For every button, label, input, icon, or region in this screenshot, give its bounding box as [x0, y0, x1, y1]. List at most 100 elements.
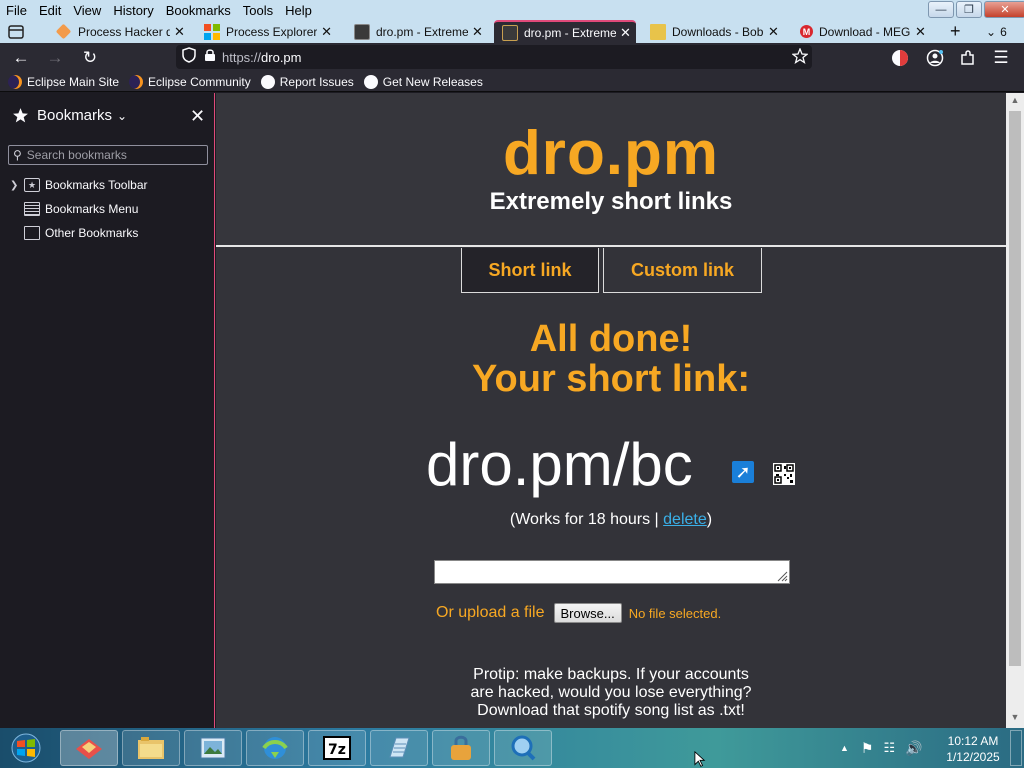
- taskbar-clock[interactable]: 10:12 AM 1/12/2025: [940, 733, 1006, 765]
- tab-overview-button[interactable]: [8, 20, 30, 43]
- url-textarea[interactable]: [434, 560, 790, 584]
- sidebar-switcher[interactable]: Bookmarks ⌄: [12, 107, 127, 124]
- new-tab-button[interactable]: +: [950, 20, 966, 43]
- reload-button[interactable]: ↻: [79, 47, 101, 69]
- taskbar-7zip[interactable]: 7z: [308, 730, 366, 766]
- upload-label: Or upload a file: [436, 604, 545, 621]
- sidebar-item-bookmarks-menu[interactable]: Bookmarks Menu: [10, 202, 138, 216]
- menu-history[interactable]: History: [107, 0, 159, 20]
- address-bar[interactable]: https://dro.pm: [176, 45, 812, 69]
- bookmark-get-new-releases[interactable]: Get New Releases: [363, 74, 483, 89]
- sidebar-item-other-bookmarks[interactable]: Other Bookmarks: [10, 226, 138, 240]
- navigation-bar: ← → ↻ https://dro.pm ☰: [0, 43, 1024, 72]
- search-bookmarks-input[interactable]: ⚲ Search bookmarks: [8, 145, 208, 165]
- action-center-flag-icon[interactable]: ⚑: [861, 740, 874, 757]
- menu-bookmarks[interactable]: Bookmarks: [160, 0, 237, 20]
- taskbar-file-explorer[interactable]: [122, 730, 180, 766]
- tab-process-explorer[interactable]: Process Explorer - ✕: [204, 20, 332, 43]
- chevron-down-icon: ⌄: [117, 108, 128, 123]
- bookmark-eclipse-community[interactable]: Eclipse Community: [129, 74, 251, 89]
- tab-custom-link[interactable]: Custom link: [603, 248, 762, 293]
- tab-dropm-active[interactable]: dro.pm - Extreme ✕: [494, 20, 636, 43]
- plus-icon: +: [950, 21, 961, 41]
- network-icon[interactable]: ☷: [883, 740, 895, 756]
- start-button[interactable]: [4, 730, 48, 766]
- mouse-cursor-icon: [694, 751, 706, 767]
- taskbar-firefox[interactable]: [60, 730, 118, 766]
- tab-mega[interactable]: M Download - MEG ✕: [800, 20, 930, 43]
- page-scrollbar[interactable]: ▲ ▼: [1006, 93, 1024, 728]
- taskbar-idm[interactable]: [246, 730, 304, 766]
- eclipse-icon: [129, 74, 144, 89]
- star-bookmark-icon[interactable]: [791, 47, 809, 69]
- menu-tools[interactable]: Tools: [237, 0, 279, 20]
- tab-close-icon[interactable]: ✕: [915, 24, 926, 40]
- dropm-favicon: [354, 23, 370, 40]
- mega-icon: M: [800, 25, 813, 38]
- restore-button[interactable]: ❐: [956, 1, 982, 18]
- tab-close-icon[interactable]: ✕: [472, 24, 483, 40]
- volume-icon[interactable]: 🔊: [905, 740, 922, 757]
- bookmark-eclipse-main[interactable]: Eclipse Main Site: [8, 74, 119, 89]
- account-icon: [926, 49, 944, 67]
- show-desktop-button[interactable]: [1010, 730, 1022, 766]
- close-window-button[interactable]: ✕: [984, 1, 1024, 18]
- minimize-button[interactable]: —: [928, 1, 954, 18]
- site-logo[interactable]: dro.pm: [216, 118, 1006, 189]
- scroll-up-arrow-icon[interactable]: ▲: [1006, 95, 1024, 109]
- menu-edit[interactable]: Edit: [33, 0, 67, 20]
- menu-file[interactable]: File: [0, 0, 33, 20]
- folder-favicon: [650, 23, 666, 40]
- taskbar-magnifier[interactable]: [494, 730, 552, 766]
- menu-bar: File Edit View History Bookmarks Tools H…: [0, 0, 1024, 20]
- success-message: All done! Your short link:: [216, 319, 1006, 399]
- tab-close-icon[interactable]: ✕: [174, 24, 185, 40]
- tab-downloads-bob[interactable]: Downloads - Bob ✕: [650, 20, 780, 43]
- back-button[interactable]: ←: [10, 47, 32, 69]
- star-icon: [13, 108, 28, 123]
- privacy-badger-button[interactable]: [889, 47, 911, 69]
- sidebar-item-bookmarks-toolbar[interactable]: ❯ ★ Bookmarks Toolbar: [10, 178, 148, 192]
- tab-short-link[interactable]: Short link: [461, 248, 599, 293]
- windows-logo-icon: [11, 733, 41, 763]
- open-external-icon[interactable]: ➚: [732, 461, 754, 483]
- chevron-right-icon[interactable]: ❯: [10, 180, 24, 191]
- short-link-text[interactable]: dro.pm/bc: [426, 430, 693, 499]
- scroll-down-arrow-icon[interactable]: ▼: [1006, 712, 1024, 726]
- sidebar-close-button[interactable]: ✕: [190, 106, 205, 127]
- list-all-tabs-button[interactable]: ⌄ 6: [986, 20, 1016, 43]
- tab-process-hacker[interactable]: Process Hacker d ✕: [55, 20, 186, 43]
- show-hidden-icons-button[interactable]: ▲: [840, 743, 849, 753]
- tab-close-icon[interactable]: ✕: [321, 24, 332, 40]
- tab-close-icon[interactable]: ✕: [620, 25, 631, 41]
- tab-close-icon[interactable]: ✕: [768, 24, 779, 40]
- forward-button[interactable]: →: [44, 47, 66, 69]
- app-menu-button[interactable]: ☰: [990, 47, 1012, 69]
- sidebar-item-label: Other Bookmarks: [45, 226, 139, 240]
- resize-handle-icon[interactable]: [776, 570, 788, 582]
- taskbar-photo-viewer[interactable]: [184, 730, 242, 766]
- browse-button[interactable]: Browse...: [553, 603, 622, 623]
- svg-text:7z: 7z: [328, 742, 346, 758]
- lock-icon[interactable]: [204, 48, 216, 67]
- windows-icon: [204, 23, 220, 40]
- account-button[interactable]: [924, 47, 946, 69]
- shield-icon[interactable]: [182, 46, 196, 68]
- url-text[interactable]: https://dro.pm: [222, 50, 302, 65]
- tab-dropm-1[interactable]: dro.pm - Extreme ✕: [354, 20, 484, 43]
- arrow-left-icon: ←: [12, 48, 30, 67]
- extensions-button[interactable]: [957, 47, 979, 69]
- menu-help[interactable]: Help: [279, 0, 318, 20]
- taskbar-lock-bag[interactable]: [432, 730, 490, 766]
- scrollbar-thumb[interactable]: [1009, 111, 1021, 666]
- delete-link[interactable]: delete: [663, 511, 707, 528]
- github-icon: [363, 74, 378, 89]
- qr-code-icon[interactable]: [773, 463, 795, 485]
- menu-items: File Edit View History Bookmarks Tools H…: [0, 0, 318, 20]
- magnifier-icon: [511, 735, 536, 761]
- menu-view[interactable]: View: [67, 0, 107, 20]
- tab-label: Downloads - Bob: [672, 24, 764, 39]
- no-file-status: No file selected.: [628, 605, 722, 621]
- taskbar-notepad[interactable]: [370, 730, 428, 766]
- bookmark-report-issues[interactable]: Report Issues: [260, 74, 354, 89]
